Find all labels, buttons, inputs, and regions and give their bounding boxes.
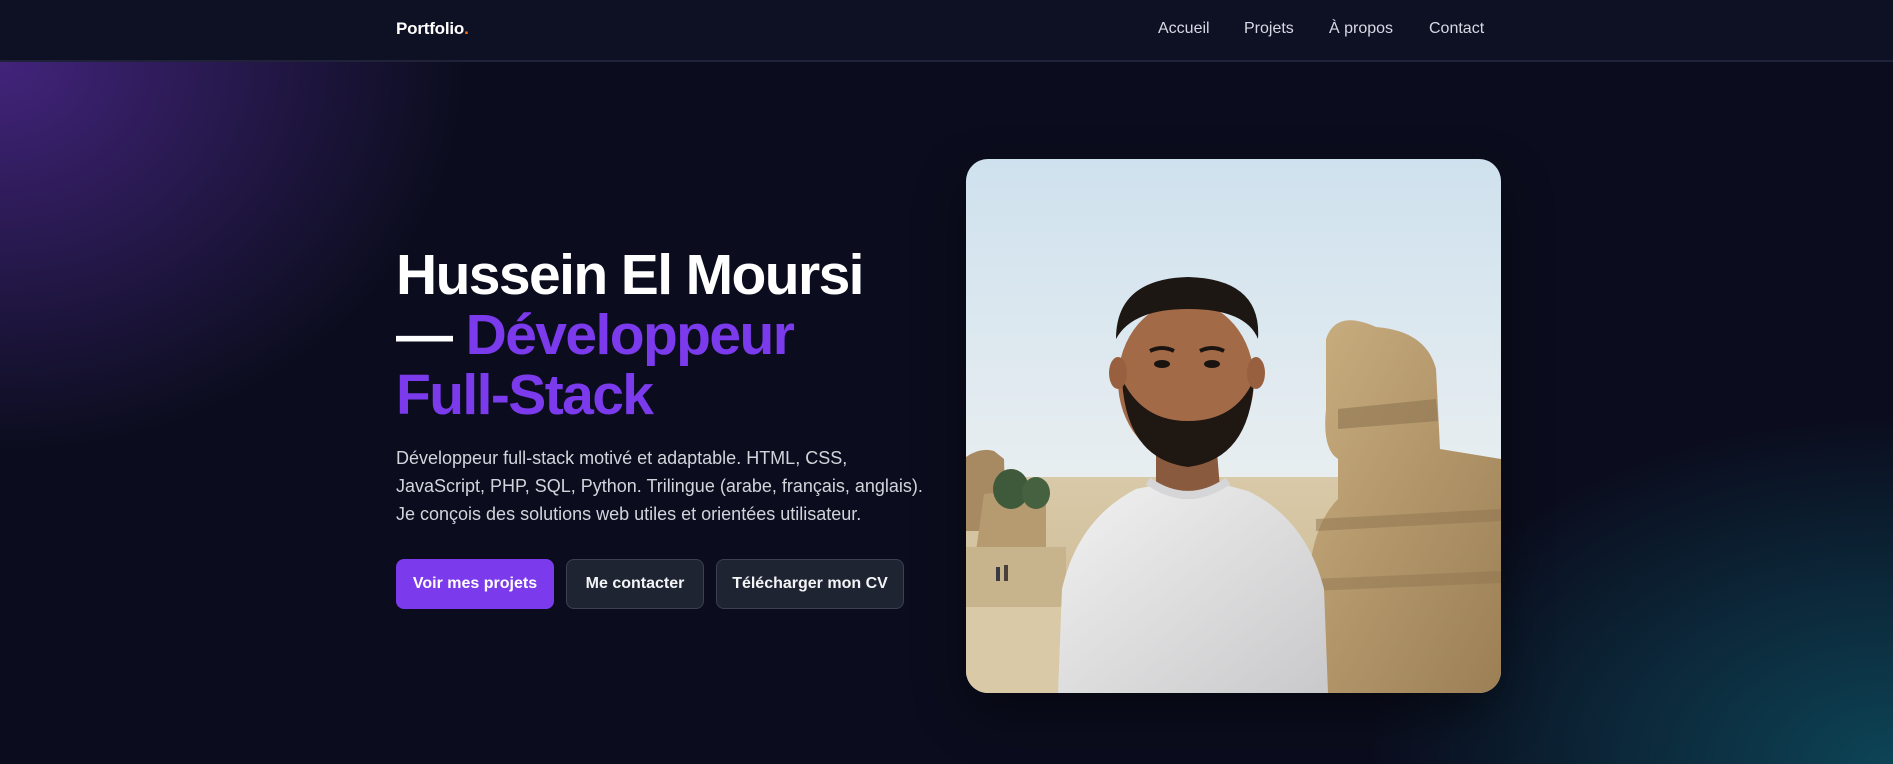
hero-name: Hussein El Moursi: [396, 243, 865, 307]
hero-title: Hussein El Moursi — Développeur Full-Stack: [396, 245, 956, 425]
nav-link-contact[interactable]: Contact: [1429, 20, 1484, 38]
nav-link-a-propos[interactable]: À propos: [1329, 20, 1393, 38]
contact-button[interactable]: Me contacter: [566, 559, 704, 609]
hero-role-line-2: Full-Stack: [396, 363, 654, 427]
top-navbar: Portfolio. Accueil Projets À propos Cont…: [0, 0, 1893, 62]
view-projects-button[interactable]: Voir mes projets: [396, 559, 554, 609]
site-logo[interactable]: Portfolio.: [396, 19, 469, 39]
download-cv-button[interactable]: Télécharger mon CV: [716, 559, 904, 609]
logo-text: Portfolio: [396, 19, 465, 38]
logo-dot: .: [464, 19, 469, 38]
hero-dash: —: [396, 303, 466, 367]
hero-role-line-1: Développeur: [465, 303, 795, 367]
profile-photo: [966, 159, 1501, 693]
nav-link-projets[interactable]: Projets: [1244, 20, 1294, 38]
hero-description: Développeur full-stack motivé et adaptab…: [396, 448, 923, 524]
nav-link-accueil[interactable]: Accueil: [1158, 20, 1210, 38]
